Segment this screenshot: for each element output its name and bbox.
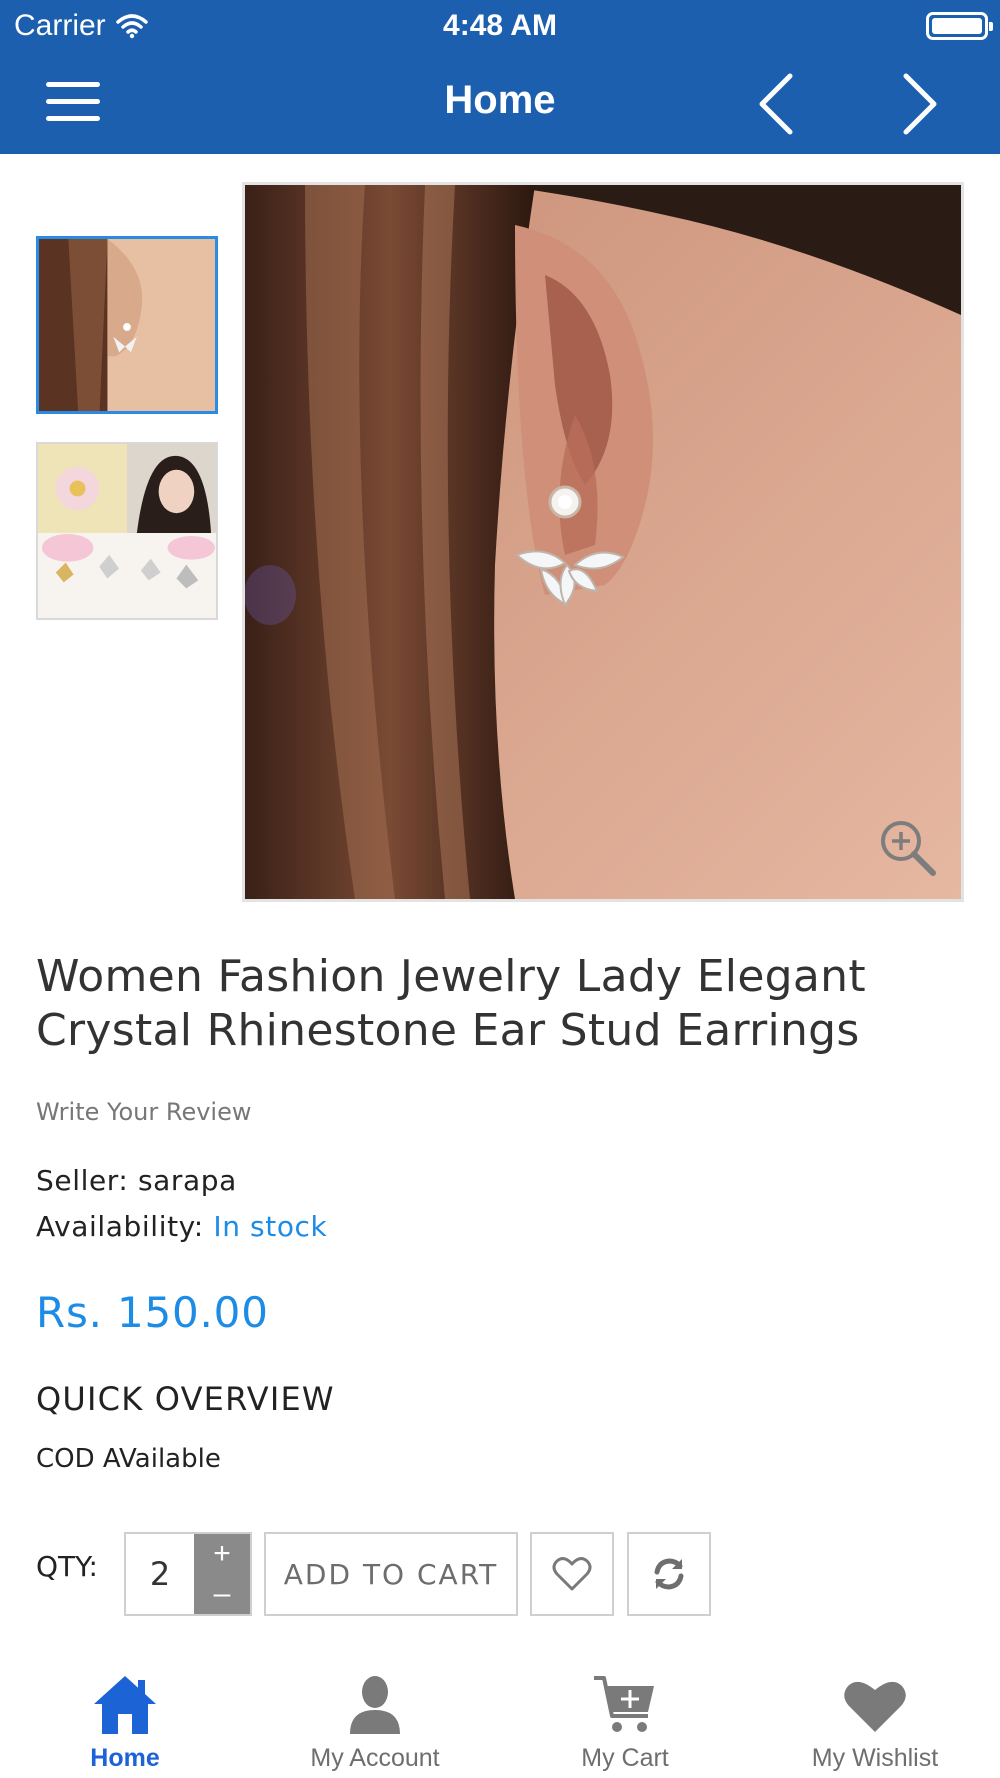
qty-increase-button[interactable]: + xyxy=(194,1534,250,1574)
write-review-link[interactable]: Write Your Review xyxy=(36,1098,251,1126)
refresh-compare-icon xyxy=(654,1558,684,1590)
chevron-right-icon[interactable] xyxy=(888,68,948,140)
tab-my-account[interactable]: My Account xyxy=(250,1660,500,1778)
tab-my-cart[interactable]: My Cart xyxy=(500,1660,750,1778)
product-title: Women Fashion Jewelry Lady Elegant Cryst… xyxy=(36,951,866,1056)
add-to-cart-button[interactable]: ADD TO CART xyxy=(264,1532,518,1616)
tab-my-wishlist[interactable]: My Wishlist xyxy=(750,1660,1000,1778)
page-title: Home xyxy=(444,78,556,122)
product-main-image[interactable] xyxy=(242,182,964,902)
thumbnail-earring-on-ear[interactable] xyxy=(36,236,218,414)
qty-label: QTY: xyxy=(36,1550,98,1583)
qty-input[interactable] xyxy=(126,1534,194,1614)
seller-line: Seller: sarapa xyxy=(36,1164,237,1197)
add-to-wishlist-button[interactable] xyxy=(530,1532,614,1616)
product-price: Rs. 150.00 xyxy=(36,1288,269,1337)
heart-icon xyxy=(844,1681,906,1732)
heart-outline-icon xyxy=(552,1557,592,1591)
status-time: 4:48 AM xyxy=(443,9,557,42)
home-icon xyxy=(94,1676,156,1734)
status-bar: Carrier 4:48 AM xyxy=(0,0,1000,50)
tab-my-wishlist-label: My Wishlist xyxy=(811,1744,939,1772)
top-header: Carrier 4:48 AM Home xyxy=(0,0,1000,154)
chevron-left-icon[interactable] xyxy=(748,68,808,140)
stock-status: In stock xyxy=(213,1210,328,1243)
battery-icon xyxy=(926,12,993,40)
cart-icon xyxy=(594,1676,654,1732)
availability-label: Availability: xyxy=(36,1210,204,1243)
add-to-compare-button[interactable] xyxy=(627,1532,711,1616)
availability-line: Availability: In stock xyxy=(36,1210,327,1243)
quick-overview-text: COD AVailable xyxy=(36,1444,221,1474)
tab-my-cart-label: My Cart xyxy=(581,1744,669,1772)
bottom-tab-bar: Home My Account My Cart My Wishlist xyxy=(0,1660,1000,1778)
thumbnail-earring-collection[interactable] xyxy=(36,442,218,620)
tab-home[interactable]: Home xyxy=(0,1660,250,1778)
zoom-in-icon[interactable] xyxy=(875,815,939,879)
navigation-bar: Home xyxy=(0,56,1000,152)
quantity-stepper: + – xyxy=(124,1532,252,1616)
tab-my-account-label: My Account xyxy=(310,1744,440,1772)
seller-label: Seller: xyxy=(36,1164,129,1197)
tab-home-label: Home xyxy=(90,1744,160,1772)
seller-value: sarapa xyxy=(137,1164,237,1197)
qty-decrease-button[interactable]: – xyxy=(194,1574,250,1614)
qty-step-buttons: + – xyxy=(194,1534,250,1614)
user-icon xyxy=(350,1676,400,1734)
quick-overview-heading: QUICK OVERVIEW xyxy=(36,1380,335,1418)
